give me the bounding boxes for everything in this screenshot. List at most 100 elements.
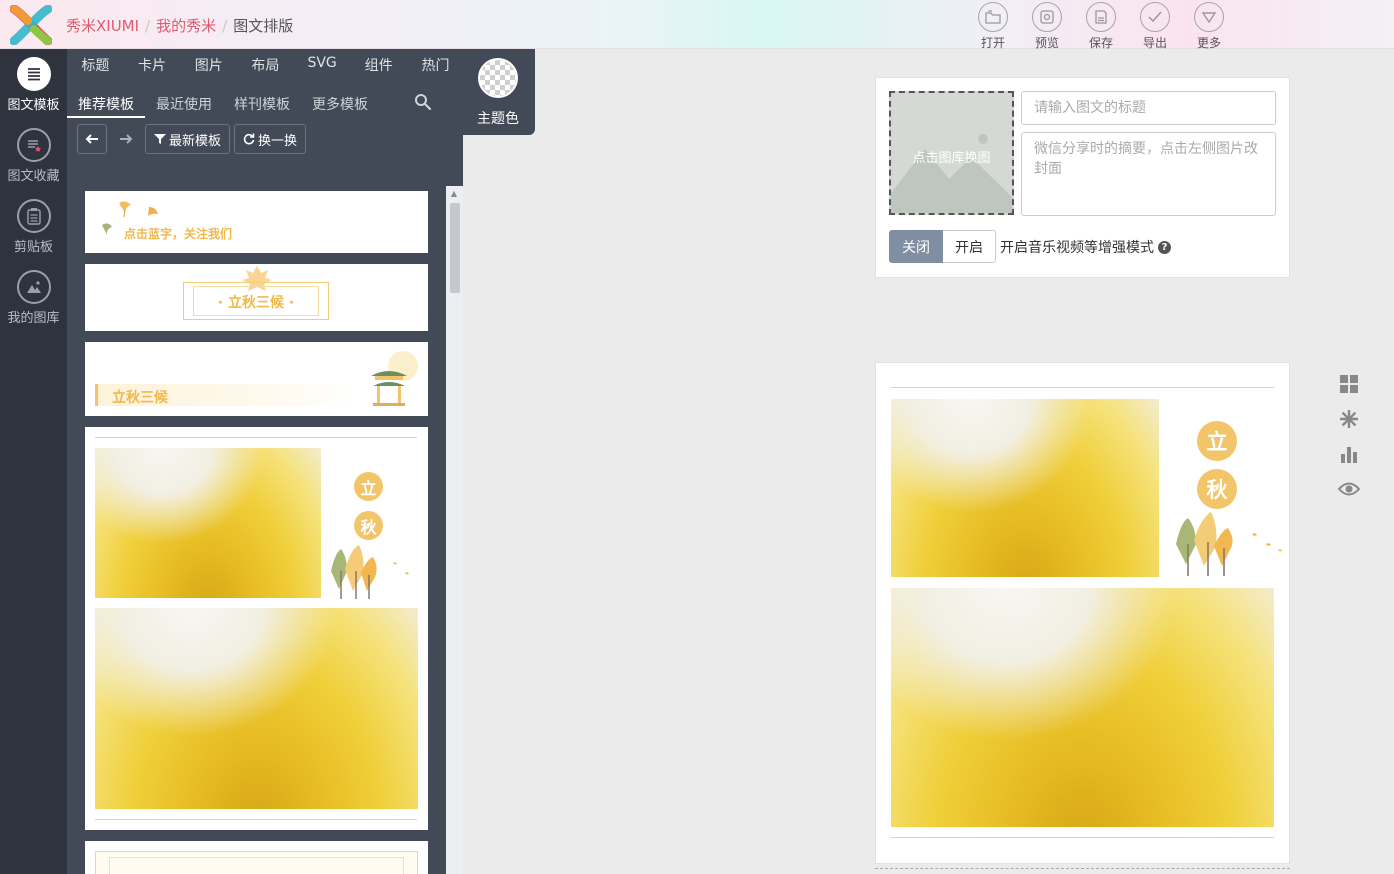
tab-image[interactable]: 图片 <box>180 55 237 75</box>
content-chrysanthemum-photo <box>891 399 1159 577</box>
template-toolbar: 最新模板 换一换 <box>77 124 307 154</box>
pavilion-icon <box>371 351 418 406</box>
tab-svg[interactable]: SVG <box>294 55 351 75</box>
preview-tool-button[interactable] <box>1337 477 1361 501</box>
template-card-title-frame[interactable]: · 立秋三候 · <box>85 264 428 331</box>
settings-tool-button[interactable] <box>1337 407 1361 431</box>
breadcrumb-current: 图文排版 <box>233 17 294 35</box>
breadcrumb-separator: / <box>145 16 151 35</box>
theme-color-label: 主题色 <box>477 111 519 127</box>
theme-color-swatch[interactable] <box>478 58 518 98</box>
article-title-input[interactable] <box>1021 91 1276 125</box>
sidebar-item-templates[interactable]: 图文模板 <box>0 57 67 113</box>
content-autumn-trees-icon <box>1176 512 1282 576</box>
toggle-off-option[interactable]: 关闭 <box>889 230 943 263</box>
list-icon <box>27 68 40 81</box>
cover-change-text: 点击图库换图 <box>912 151 991 166</box>
refresh-icon <box>243 133 255 145</box>
gold-divider-bottom <box>95 819 417 820</box>
arrow-right-icon <box>120 134 133 144</box>
subtab-recommended[interactable]: 推荐模板 <box>67 90 145 118</box>
sidebar-item-gallery[interactable]: 我的图库 <box>0 270 67 326</box>
article-summary-input[interactable] <box>1021 132 1276 216</box>
template-card-frame-partial[interactable] <box>85 841 428 874</box>
sidebar-item-clipboard[interactable]: 剪贴板 <box>0 199 67 255</box>
arrow-left-icon <box>85 134 98 144</box>
save-button[interactable]: 保存 <box>1074 2 1128 51</box>
template-follow-text: 点击蓝字，关注我们 <box>124 227 233 241</box>
content-char-circle-li: 立 <box>1197 421 1237 461</box>
search-icon[interactable] <box>413 92 433 112</box>
template-pavilion-title: 立秋三候 <box>112 390 168 406</box>
back-button[interactable] <box>77 124 107 154</box>
autumn-trees-icon <box>331 545 409 599</box>
article-content-card[interactable]: 立 秋 <box>875 362 1290 864</box>
category-tabs: 标题 卡片 图片 布局 SVG 组件 热门 <box>67 55 464 75</box>
subtab-recent[interactable]: 最近使用 <box>145 90 223 118</box>
template-card-follow[interactable]: 点击蓝字，关注我们 <box>85 191 428 253</box>
enhance-mode-label: 开启音乐视频等增强模式 <box>1000 240 1154 256</box>
breadcrumb: 秀米XIUMI / 我的秀米 / 图文排版 <box>66 15 293 36</box>
enhance-mode-label-row: 开启音乐视频等增强模式 ? <box>1000 237 1171 257</box>
shuffle-label: 换一换 <box>258 133 298 149</box>
left-sidebar: 图文模板 图文收藏 剪贴板 我的图库 <box>0 49 67 874</box>
tab-hot[interactable]: 热门 <box>407 55 464 75</box>
more-label: 更多 <box>1196 36 1221 50</box>
folder-icon <box>985 10 1001 24</box>
template-subtabs: 推荐模板 最近使用 样刊模板 更多模板 <box>67 90 463 120</box>
cover-image-picker[interactable]: 点击图库换图 <box>889 91 1014 215</box>
xiumi-logo[interactable] <box>10 5 52 45</box>
newest-templates-label: 最新模板 <box>169 133 222 149</box>
scroll-up-arrow-icon[interactable]: ▲ <box>448 189 460 199</box>
sidebar-item-favorites[interactable]: 图文收藏 <box>0 128 67 184</box>
right-toolbar <box>1337 372 1361 501</box>
template-card-pavilion[interactable]: 立秋三候 <box>85 342 428 416</box>
more-button[interactable]: 更多 <box>1182 2 1236 51</box>
content-drop-zone-edge <box>875 868 1290 874</box>
tab-card[interactable]: 卡片 <box>124 55 181 75</box>
grid-tool-button[interactable] <box>1337 372 1361 396</box>
toggle-on-option[interactable]: 开启 <box>943 230 996 263</box>
breadcrumb-my-xiumi[interactable]: 我的秀米 <box>156 15 216 36</box>
sidebar-item-label: 图文收藏 <box>7 169 60 184</box>
forward-button[interactable] <box>111 124 141 154</box>
favorites-icon <box>27 140 41 152</box>
gear-icon <box>1340 410 1358 428</box>
tab-title[interactable]: 标题 <box>67 55 124 75</box>
tab-layout[interactable]: 布局 <box>237 55 294 75</box>
content-divider-bottom <box>891 837 1274 838</box>
content-chrysanthemum-photo-large <box>891 588 1274 827</box>
chart-icon <box>1341 447 1357 463</box>
top-actions: 打开 预览 保存 导出 更多 <box>966 2 1236 51</box>
gold-divider-top <box>95 437 417 438</box>
top-header: 秀米XIUMI / 我的秀米 / 图文排版 打开 预览 保存 导出 更多 <box>0 0 1394 51</box>
save-label: 保存 <box>1088 36 1113 50</box>
subtab-magazine[interactable]: 样刊模板 <box>223 90 301 118</box>
content-divider-top <box>891 387 1274 388</box>
clipboard-icon <box>26 208 41 225</box>
preview-label: 预览 <box>1034 36 1059 50</box>
newest-templates-button[interactable]: 最新模板 <box>145 124 231 154</box>
export-label: 导出 <box>1142 36 1167 50</box>
subtab-more[interactable]: 更多模板 <box>301 90 379 118</box>
template-scroll-thumb[interactable] <box>450 203 460 293</box>
template-frame-title: · 立秋三候 · <box>217 295 295 311</box>
grid-icon <box>1340 375 1358 393</box>
tab-component[interactable]: 组件 <box>350 55 407 75</box>
breadcrumb-separator: / <box>222 16 228 35</box>
open-button[interactable]: 打开 <box>966 2 1020 51</box>
chrysanthemum-photo-large <box>95 608 418 809</box>
preview-icon <box>1040 10 1054 24</box>
sidebar-item-label: 剪贴板 <box>13 240 53 255</box>
shuffle-button[interactable]: 换一换 <box>234 124 307 154</box>
cream-frame-inner <box>109 857 404 874</box>
template-card-autumn-photos[interactable]: 立 秋 <box>85 427 428 830</box>
chrysanthemum-photo <box>95 448 321 598</box>
breadcrumb-home[interactable]: 秀米XIUMI <box>66 15 139 36</box>
help-icon[interactable]: ? <box>1158 240 1171 254</box>
enhance-mode-toggle: 关闭 开启 <box>889 230 996 263</box>
chart-tool-button[interactable] <box>1337 442 1361 466</box>
sidebar-item-label: 图文模板 <box>7 98 60 113</box>
preview-button[interactable]: 预览 <box>1020 2 1074 51</box>
export-button[interactable]: 导出 <box>1128 2 1182 51</box>
